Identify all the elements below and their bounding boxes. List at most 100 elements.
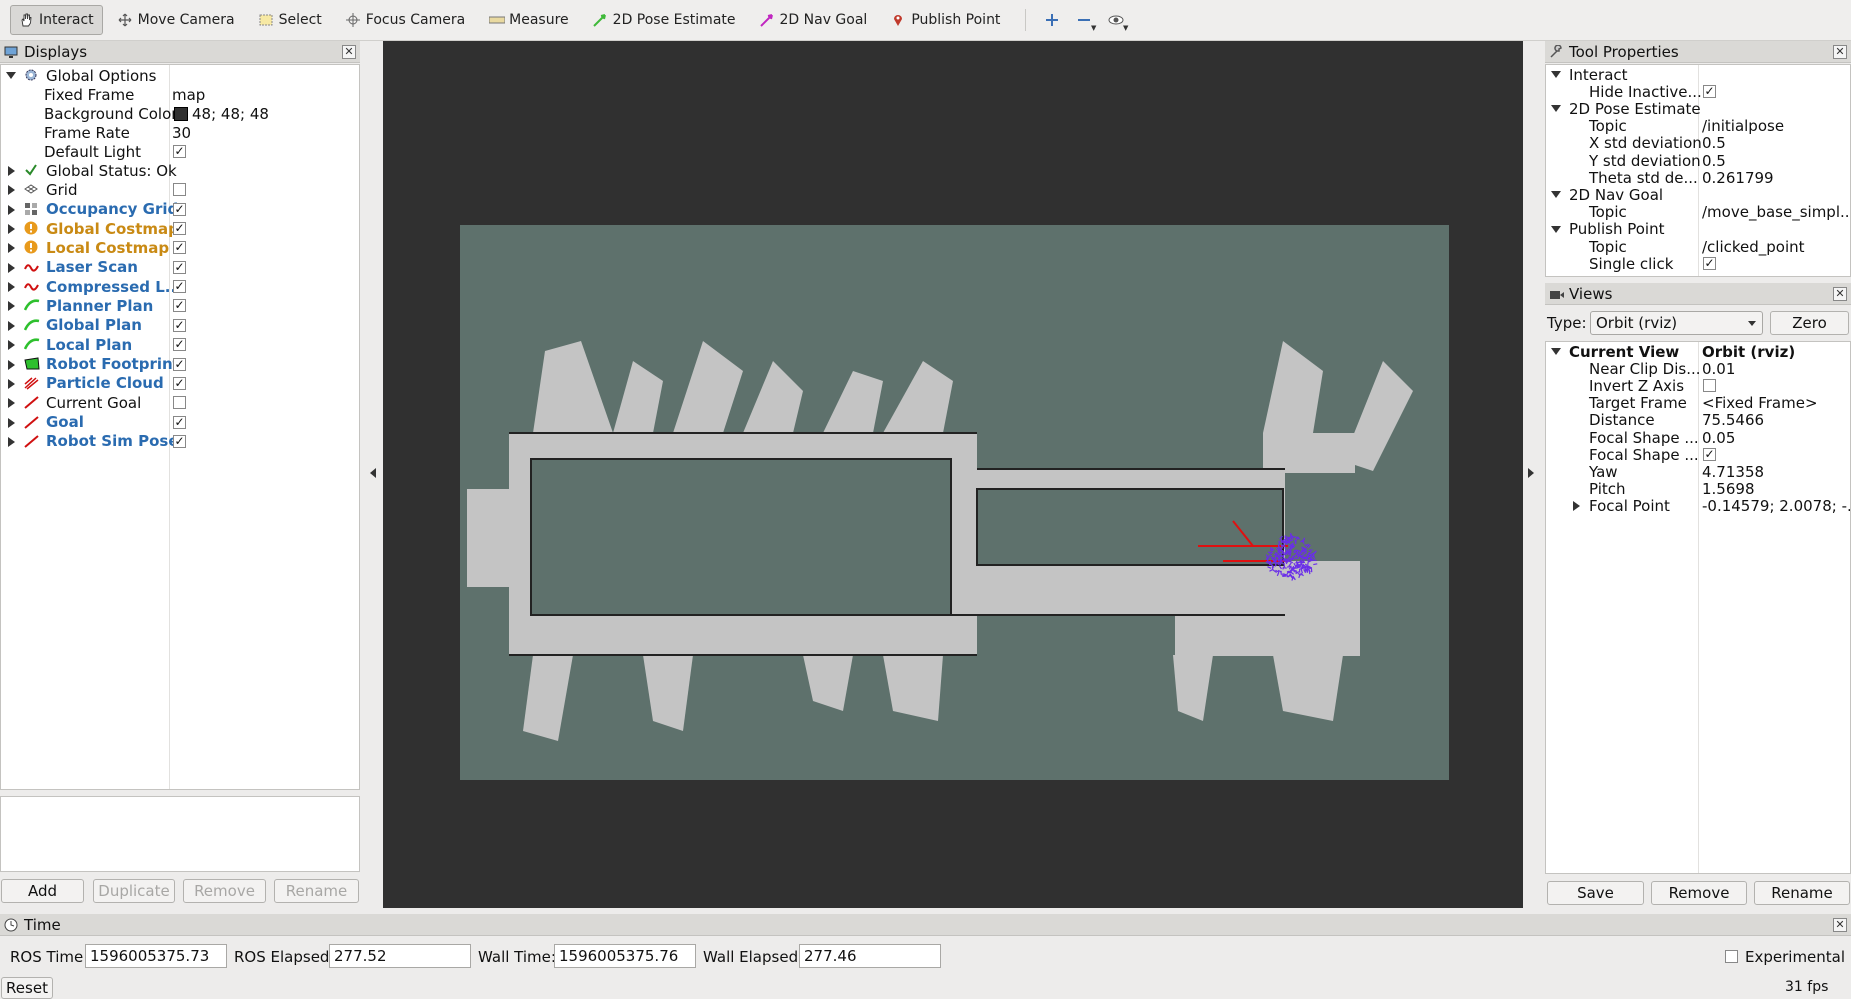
property-checkbox[interactable]: ✓ — [1703, 448, 1716, 461]
experimental-checkbox[interactable] — [1725, 950, 1738, 963]
display-enabled-checkbox[interactable]: ✓ — [173, 241, 186, 254]
close-icon[interactable]: ✕ — [1833, 918, 1847, 932]
property-value[interactable]: /move_base_simpl... — [1702, 203, 1851, 221]
property-row[interactable]: Theta std de...0.261799 — [1546, 169, 1851, 186]
tool-move-camera[interactable]: Move Camera — [109, 5, 244, 35]
property-row[interactable]: Topic/move_base_simpl... — [1546, 204, 1851, 221]
display-item[interactable]: Goal✓ — [1, 413, 360, 432]
expand-right-icon[interactable] — [8, 437, 15, 447]
collapse-right-icon[interactable] — [1528, 468, 1534, 478]
display-enabled-checkbox[interactable] — [173, 183, 186, 196]
eye-icon[interactable]: ▼ — [1100, 5, 1132, 35]
display-item[interactable]: Current Goal — [1, 393, 360, 412]
property-row[interactable]: Invert Z Axis — [1546, 377, 1851, 394]
display-item[interactable]: Global Costmap✓ — [1, 219, 360, 238]
tool-2d-pose-estimate[interactable]: 2D Pose Estimate — [584, 5, 745, 35]
property-row[interactable]: Focal Shape ...✓ — [1546, 446, 1851, 463]
display-enabled-checkbox[interactable] — [173, 396, 186, 409]
rename-view-button[interactable]: Rename — [1754, 881, 1850, 905]
property-row[interactable]: Topic/initialpose — [1546, 118, 1851, 135]
fixed-frame-value[interactable]: map — [172, 86, 205, 104]
property-row[interactable]: Topic/clicked_point — [1546, 238, 1851, 255]
property-row[interactable]: Interact — [1546, 66, 1851, 83]
display-item[interactable]: Particle Cloud✓ — [1, 374, 360, 393]
property-row[interactable]: Near Clip Dis...0.01 — [1546, 360, 1851, 377]
display-enabled-checkbox[interactable]: ✓ — [173, 299, 186, 312]
view-type-select[interactable]: Orbit (rviz) — [1590, 311, 1763, 335]
display-enabled-checkbox[interactable]: ✓ — [173, 358, 186, 371]
property-value[interactable]: 0.5 — [1702, 134, 1726, 152]
display-item[interactable]: Compressed L...✓ — [1, 277, 360, 296]
tool-measure[interactable]: Measure — [480, 5, 578, 35]
frame-rate-row[interactable]: Frame Rate 30 — [1, 123, 360, 142]
3d-viewport[interactable] — [383, 41, 1523, 908]
expand-right-icon[interactable] — [8, 301, 15, 311]
plus-icon[interactable] — [1036, 5, 1068, 35]
tool-publish-point[interactable]: Publish Point — [882, 5, 1009, 35]
property-value[interactable]: /clicked_point — [1702, 238, 1805, 256]
expand-right-icon[interactable] — [8, 379, 15, 389]
add-button[interactable]: Add — [1, 879, 84, 903]
property-row[interactable]: Current ViewOrbit (rviz) — [1546, 343, 1851, 360]
property-row[interactable]: Focal Shape ...0.05 — [1546, 429, 1851, 446]
display-enabled-checkbox[interactable]: ✓ — [173, 280, 186, 293]
property-row[interactable]: Y std deviation0.5 — [1546, 152, 1851, 169]
property-value[interactable]: 0.05 — [1702, 429, 1735, 447]
property-row[interactable]: Target Frame<Fixed Frame> — [1546, 395, 1851, 412]
expand-right-icon[interactable] — [8, 263, 15, 273]
property-value[interactable]: 0.01 — [1702, 360, 1735, 378]
property-value[interactable]: -0.14579; 2.0078; -... — [1702, 497, 1851, 515]
property-checkbox[interactable]: ✓ — [1703, 85, 1716, 98]
background-color-value[interactable]: 48; 48; 48 — [192, 105, 269, 123]
expand-down-icon[interactable] — [1551, 71, 1561, 78]
expand-right-icon[interactable] — [8, 282, 15, 292]
close-icon[interactable]: ✕ — [342, 45, 356, 59]
property-row[interactable]: Single click✓ — [1546, 255, 1851, 272]
expand-down-icon[interactable] — [1551, 348, 1561, 355]
minus-icon[interactable]: ▼ — [1068, 5, 1100, 35]
property-row[interactable]: 2D Nav Goal — [1546, 186, 1851, 203]
duplicate-button[interactable]: Duplicate — [93, 879, 175, 903]
wall-elapsed-field[interactable]: 277.46 — [799, 944, 941, 968]
property-value[interactable]: /initialpose — [1702, 117, 1784, 135]
tool-focus-camera[interactable]: Focus Camera — [337, 5, 474, 35]
display-item[interactable]: Occupancy Grid✓ — [1, 200, 360, 219]
expand-right-icon[interactable] — [8, 185, 15, 195]
display-item[interactable]: Global Plan✓ — [1, 316, 360, 335]
remove-display-button[interactable]: Remove — [183, 879, 266, 903]
tool-select[interactable]: Select — [250, 5, 331, 35]
display-enabled-checkbox[interactable]: ✓ — [173, 338, 186, 351]
wall-time-field[interactable]: 1596005375.76 — [554, 944, 696, 968]
property-row[interactable]: X std deviation0.5 — [1546, 135, 1851, 152]
expand-down-icon[interactable] — [1551, 105, 1561, 112]
save-view-button[interactable]: Save — [1547, 881, 1644, 905]
display-item[interactable]: Local Costmap✓ — [1, 238, 360, 257]
expand-down-icon[interactable] — [1551, 191, 1561, 198]
global-options-row[interactable]: Global Options — [1, 66, 360, 85]
display-item[interactable]: Planner Plan✓ — [1, 296, 360, 315]
remove-view-button[interactable]: Remove — [1651, 881, 1747, 905]
display-enabled-checkbox[interactable]: ✓ — [173, 319, 186, 332]
expand-right-icon[interactable] — [8, 360, 15, 370]
display-enabled-checkbox[interactable]: ✓ — [173, 377, 186, 390]
close-icon[interactable]: ✕ — [1833, 287, 1847, 301]
display-item[interactable]: Robot Sim Pose✓ — [1, 432, 360, 451]
expand-right-icon[interactable] — [8, 321, 15, 331]
display-enabled-checkbox[interactable]: ✓ — [173, 203, 186, 216]
property-row[interactable]: Publish Point — [1546, 221, 1851, 238]
display-item[interactable]: Grid — [1, 180, 360, 199]
display-enabled-checkbox[interactable]: ✓ — [173, 435, 186, 448]
default-light-checkbox[interactable]: ✓ — [173, 145, 186, 158]
close-icon[interactable]: ✕ — [1833, 45, 1847, 59]
display-enabled-checkbox[interactable]: ✓ — [173, 416, 186, 429]
expand-right-icon[interactable] — [8, 243, 15, 253]
frame-rate-value[interactable]: 30 — [172, 124, 191, 142]
property-checkbox[interactable]: ✓ — [1703, 257, 1716, 270]
default-light-row[interactable]: Default Light ✓ — [1, 142, 360, 161]
display-item[interactable]: Laser Scan✓ — [1, 258, 360, 277]
zero-button[interactable]: Zero — [1770, 311, 1849, 335]
property-value[interactable]: 0.261799 — [1702, 169, 1774, 187]
property-row[interactable]: Distance75.5466 — [1546, 412, 1851, 429]
expand-right-icon[interactable] — [8, 205, 15, 215]
property-row[interactable]: 2D Pose Estimate — [1546, 100, 1851, 117]
